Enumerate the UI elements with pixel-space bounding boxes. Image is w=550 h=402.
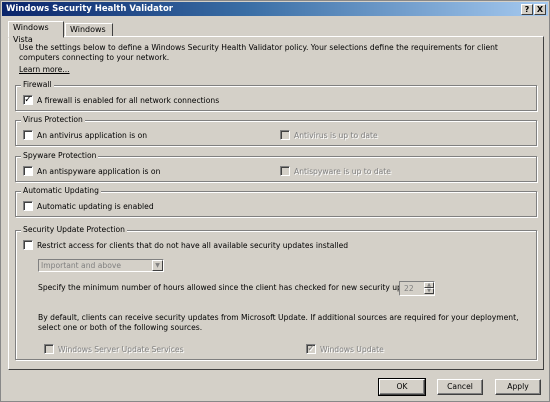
firewall-group: Firewall ✓ A firewall is enabled for all…	[15, 80, 537, 111]
hours-spinner[interactable]: 22 ▲ ▼	[399, 281, 435, 296]
ok-button[interactable]: OK	[378, 378, 426, 396]
firewall-checkbox-label: A firewall is enabled for all network co…	[37, 95, 220, 105]
title-bar: Windows Security Health Validator ? X	[2, 2, 548, 16]
chevron-down-icon: ▼	[152, 260, 163, 271]
antispyware-up-to-date-checkbox[interactable]: Antispyware is up to date	[280, 166, 391, 176]
wsus-label: Windows Server Update Services	[58, 344, 184, 354]
cancel-button[interactable]: Cancel	[437, 379, 483, 395]
antivirus-on-label: An antivirus application is on	[37, 130, 148, 140]
security-update-group-title: Security Update Protection	[21, 225, 127, 235]
automatic-updating-label: Automatic updating is enabled	[37, 201, 154, 211]
intro-text: Use the settings below to define a Windo…	[19, 43, 498, 62]
restrict-access-label: Restrict access for clients that do not …	[37, 240, 349, 250]
automatic-updating-group: Automatic Updating Automatic updating is…	[15, 186, 537, 217]
spin-down-icon[interactable]: ▼	[424, 288, 434, 294]
hours-label: Specify the minimum number of hours allo…	[38, 283, 426, 292]
check-icon: ✓	[306, 344, 316, 354]
check-icon: ✓	[23, 95, 33, 105]
sources-text: By default, clients can receive security…	[38, 313, 519, 332]
security-update-protection-group: Security Update Protection Restrict acce…	[15, 225, 537, 360]
tab-windows-xp[interactable]: Windows XP	[65, 23, 113, 46]
antispyware-on-checkbox[interactable]: An antispyware application is on	[23, 166, 160, 176]
spyware-protection-group: Spyware Protection An antispyware applic…	[15, 151, 537, 182]
windows-update-label: Windows Update	[320, 344, 384, 354]
security-health-validator-dialog: Windows Security Health Validator ? X Wi…	[0, 0, 550, 402]
window-title: Windows Security Health Validator	[6, 4, 173, 14]
help-button[interactable]: ?	[521, 4, 533, 15]
automatic-updating-checkbox[interactable]: Automatic updating is enabled	[23, 201, 154, 211]
tab-panel: Use the settings below to define a Windo…	[8, 36, 544, 370]
spyware-group-title: Spyware Protection	[21, 151, 99, 161]
tab-windows-vista[interactable]: Windows Vista	[8, 21, 64, 44]
firewall-group-title: Firewall	[21, 80, 54, 90]
updating-group-title: Automatic Updating	[21, 186, 101, 196]
wsus-checkbox[interactable]: Windows Server Update Services	[44, 344, 184, 354]
antivirus-on-checkbox[interactable]: An antivirus application is on	[23, 130, 147, 140]
antispyware-on-label: An antispyware application is on	[37, 166, 161, 176]
apply-button[interactable]: Apply	[495, 379, 541, 395]
learn-more-link[interactable]: Learn more...	[19, 65, 70, 75]
virus-group-title: Virus Protection	[21, 115, 85, 125]
close-button[interactable]: X	[534, 4, 546, 15]
virus-protection-group: Virus Protection An antivirus applicatio…	[15, 115, 537, 146]
antivirus-up-to-date-checkbox[interactable]: Antivirus is up to date	[280, 130, 378, 140]
windows-update-checkbox[interactable]: ✓ Windows Update	[306, 344, 384, 354]
hours-value: 22	[404, 284, 414, 293]
severity-dropdown[interactable]: Important and above ▼	[38, 259, 164, 272]
restrict-access-checkbox[interactable]: Restrict access for clients that do not …	[23, 240, 348, 250]
antispyware-up-to-date-label: Antispyware is up to date	[294, 166, 391, 176]
severity-value: Important and above	[41, 261, 122, 270]
antivirus-up-to-date-label: Antivirus is up to date	[294, 130, 378, 140]
firewall-checkbox[interactable]: ✓ A firewall is enabled for all network …	[23, 95, 219, 105]
